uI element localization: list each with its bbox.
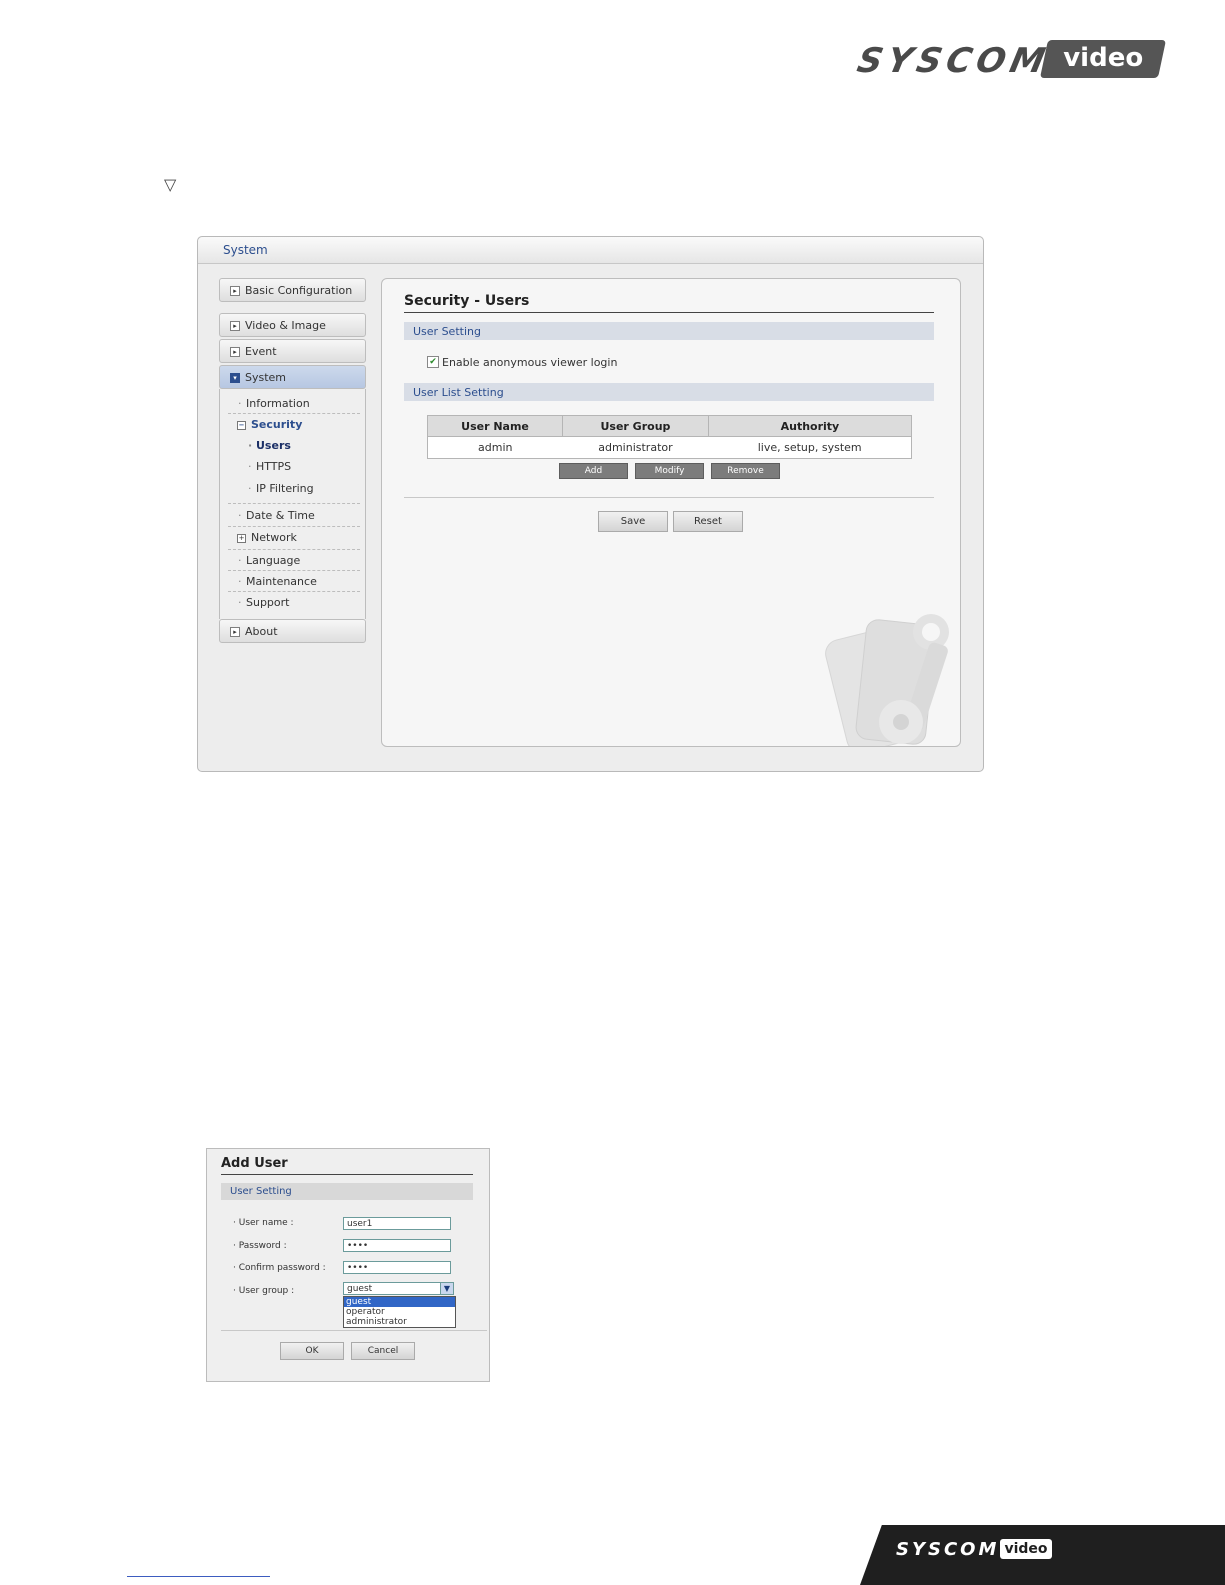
footer-link-underline — [127, 1576, 270, 1577]
nav-label: About — [245, 625, 278, 638]
title-rule — [404, 312, 934, 313]
divider — [228, 526, 360, 527]
column-header: User Name — [426, 415, 564, 437]
sidebar-item-date-time[interactable]: · Date & Time — [238, 509, 315, 522]
table-cell: live, setup, system — [708, 436, 913, 459]
divider — [228, 591, 360, 592]
divider — [404, 497, 934, 498]
ok-button[interactable]: OK — [280, 1342, 344, 1360]
logo-badge: video — [1039, 40, 1167, 78]
expand-icon: ▸ — [230, 627, 240, 637]
sidebar-item-security[interactable]: − Security — [237, 418, 302, 431]
sidebar-item-users[interactable]: · Users — [248, 439, 291, 452]
window-title-bar: System — [198, 237, 983, 264]
save-button[interactable]: Save — [598, 511, 668, 532]
divider — [221, 1330, 487, 1331]
tools-decoration-icon — [825, 614, 949, 746]
add-button[interactable]: Add — [559, 463, 628, 479]
triangle-down-icon: ▽ — [164, 175, 177, 194]
table-cell: administrator — [562, 436, 709, 459]
divider — [228, 570, 360, 571]
nav-about[interactable]: ▸ About — [219, 619, 366, 643]
option-operator[interactable]: operator — [344, 1307, 455, 1317]
selected-value: guest — [347, 1284, 373, 1294]
password-input[interactable]: •••• — [343, 1239, 451, 1252]
nav-system[interactable]: ▾ System — [219, 365, 366, 389]
title-rule — [221, 1174, 473, 1175]
section-user-setting: User Setting — [404, 322, 934, 340]
table-header-row: User Name User Group Authority — [426, 415, 913, 437]
divider — [228, 503, 360, 504]
user-group-select[interactable]: guest ▼ — [343, 1282, 454, 1295]
nav-label: Event — [245, 345, 277, 358]
column-header: Authority — [707, 415, 913, 437]
sidebar-item-network[interactable]: + Network — [237, 531, 297, 544]
logo-text: SYSCOM — [853, 41, 1054, 81]
nav-label: Basic Configuration — [245, 284, 353, 297]
option-guest[interactable]: guest — [344, 1297, 455, 1307]
system-window: System ▸ Basic Configuration ▸ Video & I… — [197, 236, 984, 772]
user-group-label: · User group : — [233, 1286, 295, 1296]
syscom-video-logo: SYSCOM video — [854, 38, 1170, 81]
sidebar-item-maintenance[interactable]: · Maintenance — [238, 575, 317, 588]
nav-label: Video & Image — [245, 319, 326, 332]
user-name-input[interactable]: user1 — [343, 1217, 451, 1230]
sidebar-item-https[interactable]: · HTTPS — [248, 460, 291, 473]
sidebar-item-information[interactable]: · Information — [238, 397, 310, 410]
system-submenu: · Information − Security · Users · HTTPS · IP… — [219, 389, 366, 619]
table-row[interactable]: admin administrator live, setup, system — [426, 436, 913, 459]
sidebar-item-support[interactable]: · Support — [238, 596, 289, 609]
reset-button[interactable]: Reset — [673, 511, 743, 532]
column-header: User Group — [562, 415, 709, 437]
expand-icon: ▸ — [230, 347, 240, 357]
sidebar-item-ip-filtering[interactable]: · IP Filtering — [248, 482, 314, 495]
option-administrator[interactable]: administrator — [344, 1317, 455, 1327]
user-group-options: guest operator administrator — [343, 1296, 456, 1328]
nav-event[interactable]: ▸ Event — [219, 339, 366, 363]
expand-icon: ▸ — [230, 286, 240, 296]
content-panel: Security - Users User Setting ✔ Enable a… — [381, 278, 961, 747]
divider — [228, 413, 360, 414]
chevron-down-icon[interactable]: ▼ — [440, 1283, 453, 1294]
expand-icon: ▸ — [230, 321, 240, 331]
nav-video-image[interactable]: ▸ Video & Image — [219, 313, 366, 337]
section-user-list: User List Setting — [404, 383, 934, 401]
users-table: User Name User Group Authority admin adm… — [426, 415, 913, 459]
sidebar-item-language[interactable]: · Language — [238, 554, 300, 567]
table-cell: admin — [426, 436, 563, 459]
minus-icon: − — [237, 421, 246, 430]
anonymous-login-label: Enable anonymous viewer login — [442, 356, 618, 369]
cancel-button[interactable]: Cancel — [351, 1342, 415, 1360]
footer-logo-badge: video — [1000, 1539, 1052, 1559]
window-title: System — [223, 243, 268, 257]
divider — [228, 549, 360, 550]
page-title: Security - Users — [404, 293, 530, 309]
dialog-title: Add User — [221, 1156, 288, 1171]
collapse-icon: ▾ — [230, 373, 240, 383]
footer-logo-text: SYSCOM — [896, 1539, 1000, 1560]
nav-label: System — [245, 371, 287, 384]
user-name-label: · User name : — [233, 1218, 294, 1228]
plus-icon: + — [237, 534, 246, 543]
add-user-dialog: Add User User Setting · User name : user… — [206, 1148, 490, 1382]
nav-basic-configuration[interactable]: ▸ Basic Configuration — [219, 278, 366, 302]
modify-button[interactable]: Modify — [635, 463, 704, 479]
anonymous-login-checkbox[interactable]: ✔ — [427, 356, 439, 368]
remove-button[interactable]: Remove — [711, 463, 780, 479]
password-label: · Password : — [233, 1241, 287, 1251]
confirm-password-label: · Confirm password : — [233, 1263, 326, 1273]
confirm-password-input[interactable]: •••• — [343, 1261, 451, 1274]
logo-badge-text: video — [1063, 43, 1144, 73]
section-user-setting: User Setting — [221, 1183, 473, 1200]
